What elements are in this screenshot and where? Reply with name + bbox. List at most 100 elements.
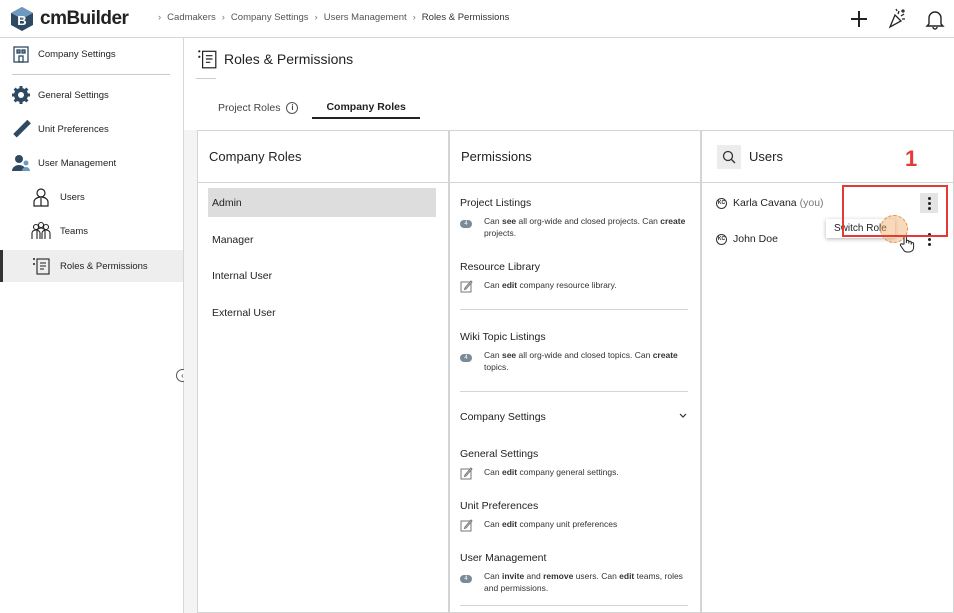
logo-text: cmBuilder [40,8,129,29]
celebrate-icon[interactable] [878,5,916,33]
roles-icon [196,48,218,75]
step-number: 1 [905,146,918,171]
divider [460,391,688,392]
sidebar-item-label: Users [60,191,85,203]
role-item-admin[interactable]: Admin [208,188,436,217]
breadcrumb-item[interactable]: Cadmakers [167,12,216,23]
divider [12,74,170,75]
user-row[interactable]: KC Karla Cavana (you) [716,197,824,209]
sidebar-item-teams[interactable]: Teams [0,220,183,242]
roles-icon [30,255,52,277]
user-name: John Doe [733,233,778,245]
company-roles-panel: Company Roles Admin Manager Internal Use… [197,130,449,613]
tab-bar: Project Roles i Company Roles [204,96,420,119]
main-content: Roles & Permissions Project Roles i Comp… [184,38,954,613]
tab-label: Company Roles [326,100,406,113]
logo-icon: B [10,6,34,32]
role-label: Internal User [212,269,273,282]
logo[interactable]: B cmBuilder [10,6,129,32]
tab-company-roles[interactable]: Company Roles [312,96,420,119]
avatar: KC [716,233,727,245]
sidebar-item-unit-preferences[interactable]: Unit Preferences [0,118,183,140]
user-icon [30,186,52,208]
breadcrumb-item-current: Roles & Permissions [421,12,510,23]
chevron-right-icon: › [221,12,225,23]
tab-project-roles[interactable]: Project Roles i [204,96,312,119]
permission-description: Can see all org-wide and closed topics. … [484,350,678,372]
company-settings-icon [10,43,32,65]
search-icon[interactable] [717,144,741,169]
sidebar-header[interactable]: Company Settings [0,43,183,65]
user-row[interactable]: KC John Doe [716,233,778,245]
permission-general-settings: General Settings Can edit company genera… [460,448,690,483]
permission-description: Can invite and remove users. Can edit te… [484,571,683,593]
chevron-right-icon: › [412,12,416,23]
permission-title: Project Listings [460,197,532,209]
sidebar-item-user-management[interactable]: User Management [0,152,183,174]
sidebar-item-roles-permissions[interactable]: Roles & Permissions [0,250,183,282]
permission-wiki-topics: Wiki Topic Listings 4 Can see all org-wi… [460,331,690,373]
permission-description: Can edit company general settings. [484,467,619,477]
permission-title: General Settings [460,448,539,460]
bell-icon[interactable] [916,5,954,33]
permission-title: User Management [460,552,547,564]
role-item-manager[interactable]: Manager [208,225,436,254]
role-label: External User [212,306,276,319]
divider [196,78,216,79]
you-label: (you) [799,197,824,209]
users-panel: Users KC Karla Cavana (you) KC John Doe … [701,130,954,613]
permission-unit-preferences: Unit Preferences Can edit company unit p… [460,500,690,535]
sidebar-item-label: User Management [38,157,117,169]
permission-description: Can edit company unit preferences [484,519,618,529]
breadcrumb: › Cadmakers › Company Settings › Users M… [158,12,509,23]
user-name: Karla Cavana [733,197,797,209]
divider [460,309,688,310]
sidebar-item-label: Roles & Permissions [60,260,148,272]
permission-title: Unit Preferences [460,500,539,512]
role-label: Admin [212,196,242,209]
section-title: Company Settings [460,411,546,423]
chevron-right-icon: › [158,12,162,23]
permission-user-management: User Management 4 Can invite and remove … [460,552,690,594]
sidebar-item-label: Unit Preferences [38,123,109,135]
tab-label: Project Roles [218,101,281,114]
hand-cursor-icon [899,235,915,258]
sidebar-header-label: Company Settings [38,48,116,60]
highlight-box [842,185,948,237]
svg-text:B: B [17,13,26,28]
permission-description: Can edit company resource library. [484,280,617,290]
role-item-internal-user[interactable]: Internal User [208,261,436,290]
teams-icon [30,220,52,242]
edit-icon [460,518,484,535]
permissions-panel: Permissions Project Listings 4 Can see a… [449,130,701,613]
count-badge: 4 [460,575,472,583]
permission-resource-library: Resource Library Can edit company resour… [460,261,690,296]
edit-icon [460,279,484,296]
role-label: Manager [212,233,254,246]
sidebar-item-users[interactable]: Users [0,186,183,208]
page-title: Roles & Permissions [224,51,354,67]
gear-icon [10,84,32,106]
sidebar: Company Settings General Settings Unit P… [0,38,184,613]
breadcrumb-item[interactable]: Users Management [324,12,407,23]
chevron-down-icon[interactable] [678,411,688,423]
sidebar-item-general-settings[interactable]: General Settings [0,84,183,106]
permission-title: Resource Library [460,261,540,273]
chevron-right-icon: › [314,12,318,23]
count-badge: 4 [460,354,472,362]
panel-title: Users [749,149,783,164]
breadcrumb-item[interactable]: Company Settings [231,12,309,23]
permission-project-listings: Project Listings 4 Can see all org-wide … [460,197,690,239]
info-icon[interactable]: i [286,101,299,114]
user-group-icon [10,152,32,174]
plus-icon[interactable] [840,5,878,33]
count-badge: 4 [460,220,472,228]
role-item-external-user[interactable]: External User [208,298,436,327]
section-company-settings[interactable]: Company Settings [460,411,688,423]
top-bar: B cmBuilder › Cadmakers › Company Settin… [0,0,954,38]
panel-title: Permissions [461,149,532,164]
panel-title: Company Roles [209,149,302,164]
page-header: Roles & Permissions Project Roles i Comp… [184,38,954,130]
permission-title: Wiki Topic Listings [460,331,546,343]
edit-icon [460,466,484,483]
